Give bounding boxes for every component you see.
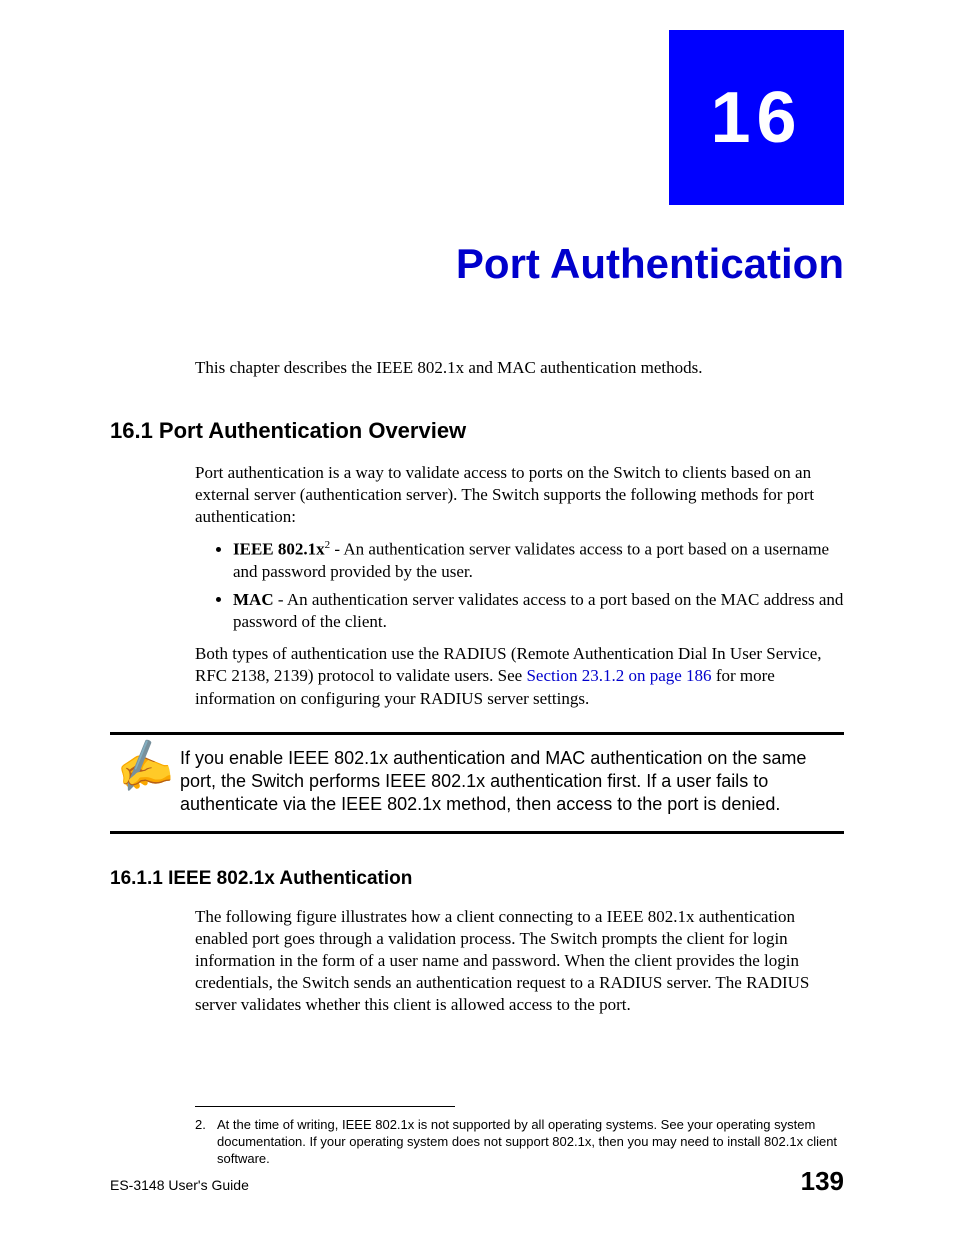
list-item: MAC - An authentication server validates…: [233, 589, 844, 633]
chapter-number: 16: [710, 77, 802, 159]
chapter-title: Port Authentication: [110, 240, 844, 288]
list-item: IEEE 802.1x2 - An authentication server …: [233, 538, 844, 583]
footnote-number: 2.: [195, 1117, 217, 1168]
page-container: 16 Port Authentication This chapter desc…: [0, 0, 954, 1235]
note-icon: ✍: [105, 735, 184, 797]
bullet-mac-label: MAC: [233, 590, 274, 609]
footnote: 2. At the time of writing, IEEE 802.1x i…: [195, 1117, 844, 1168]
note-text: If you enable IEEE 802.1x authentication…: [180, 747, 844, 817]
section-16-1-1-para-1: The following figure illustrates how a c…: [195, 906, 844, 1016]
chapter-number-badge: 16: [669, 30, 844, 205]
section-heading-16-1-1: 16.1.1 IEEE 802.1x Authentication: [110, 868, 844, 890]
chapter-intro-text: This chapter describes the IEEE 802.1x a…: [195, 358, 844, 378]
bullet-ieee-label: IEEE 802.1x: [233, 540, 325, 559]
section-16-1-para-2: Both types of authentication use the RAD…: [195, 643, 844, 709]
note-callout: ✍ If you enable IEEE 802.1x authenticati…: [110, 732, 844, 834]
cross-reference-link[interactable]: Section 23.1.2 on page 186: [526, 666, 711, 685]
footnote-separator: [195, 1106, 455, 1107]
section-16-1-para-1: Port authentication is a way to validate…: [195, 462, 844, 528]
page-footer: ES-3148 User's Guide 139: [110, 1166, 844, 1197]
footer-guide-title: ES-3148 User's Guide: [110, 1177, 249, 1193]
footnote-text: At the time of writing, IEEE 802.1x is n…: [217, 1117, 844, 1168]
footer-page-number: 139: [801, 1166, 844, 1197]
section-heading-16-1: 16.1 Port Authentication Overview: [110, 418, 844, 444]
bullet-mac-text: - An authentication server validates acc…: [233, 590, 843, 631]
auth-methods-list: IEEE 802.1x2 - An authentication server …: [215, 538, 844, 633]
